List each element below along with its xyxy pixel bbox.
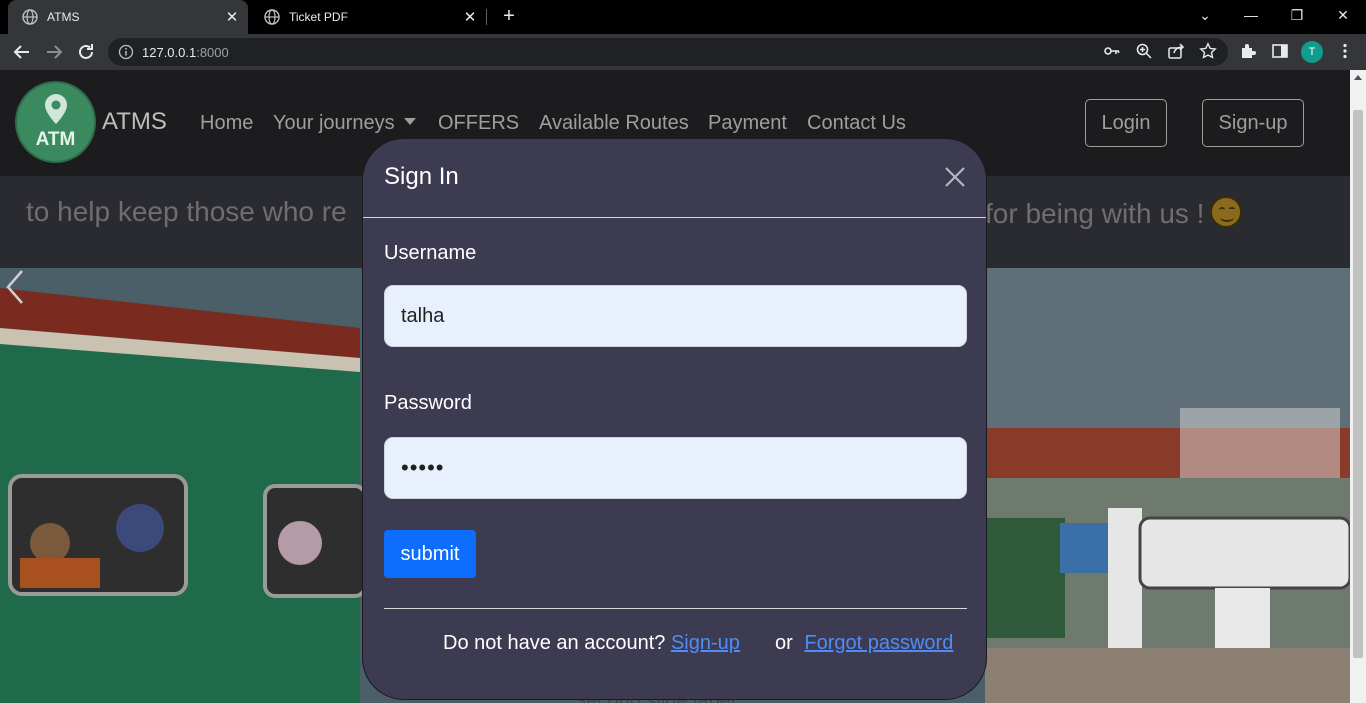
sign-in-modal: Sign In Username Password submit Do not … [362,138,987,700]
scrollbar-thumb[interactable] [1353,110,1363,658]
window-close-icon[interactable]: ✕ [1330,4,1356,26]
modal-divider [384,608,967,609]
marquee-text-right-wrap: for being with us ! [985,196,1243,230]
tab-title: ATMS [47,10,80,24]
close-icon[interactable] [943,165,967,189]
tab-title: Ticket PDF [289,10,348,24]
forgot-password-link[interactable]: Forgot password [804,632,953,654]
page-scrollbar[interactable] [1350,70,1366,703]
brand-name[interactable]: ATMS [102,108,167,136]
close-tab-icon[interactable]: ✕ [222,8,242,26]
signup-button[interactable]: Sign-up [1202,99,1304,147]
nav-contact-us[interactable]: Contact Us [807,112,906,135]
nav-your-journeys-label: Your journeys [273,112,395,134]
nav-payment[interactable]: Payment [708,112,787,135]
extensions-puzzle-icon[interactable] [1239,42,1257,60]
smiling-face-emoji-icon [1210,196,1243,228]
nav-offers[interactable]: OFFERS [438,112,519,135]
caret-down-icon [403,118,416,125]
marquee-text-left: to help keep those who re [26,196,347,227]
tab-strip: ATMS ✕ Ticket PDF ✕ + ⌄ — ❐ ✕ [0,0,1366,34]
tab-atms[interactable]: ATMS ✕ [8,0,248,34]
password-label: Password [384,392,472,414]
share-icon[interactable] [1167,42,1185,60]
globe-icon [264,9,280,25]
submit-button[interactable]: submit [384,530,476,578]
tab-separator [486,9,487,25]
site-info-icon[interactable] [118,44,134,60]
minimize-icon[interactable]: — [1238,4,1264,26]
nav-available-routes[interactable]: Available Routes [539,112,689,135]
modal-title: Sign In [384,163,459,190]
reload-icon[interactable] [75,41,97,63]
back-arrow-icon[interactable] [11,41,33,63]
password-input[interactable] [384,437,967,499]
key-icon[interactable] [1103,42,1121,60]
marquee-text-right: for being with us ! [985,198,1205,229]
new-tab-plus-icon[interactable]: + [499,6,519,26]
signup-link[interactable]: Sign-up [671,632,740,654]
or-text: or [775,632,793,654]
map-pin-icon [45,94,67,124]
address-bar[interactable]: 127.0.0.1:8000 [108,38,1228,66]
carousel-prev-chevron-icon[interactable] [0,268,30,306]
kebab-menu-icon[interactable] [1336,42,1354,60]
modal-footer: Do not have an account? Sign-up or Forgo… [443,632,953,655]
zoom-icon[interactable] [1135,42,1153,60]
close-tab-icon[interactable]: ✕ [460,8,480,26]
url-port: :8000 [196,45,229,60]
username-label: Username [384,242,477,264]
site-logo[interactable]: ATM [15,81,96,163]
restore-icon[interactable]: ❐ [1284,4,1310,26]
login-button[interactable]: Login [1085,99,1167,147]
scroll-up-arrow-icon[interactable] [1354,75,1362,80]
tab-ticket-pdf[interactable]: Ticket PDF ✕ [250,0,486,34]
globe-icon [22,9,38,25]
modal-header: Sign In [363,139,986,218]
side-panel-icon[interactable] [1271,42,1289,60]
forward-arrow-icon[interactable] [43,41,65,63]
profile-avatar[interactable]: T [1301,41,1323,63]
no-account-text: Do not have an account? [443,632,666,654]
username-input[interactable] [384,285,967,347]
nav-your-journeys[interactable]: Your journeys [273,112,416,135]
url-text: 127.0.0.1:8000 [142,45,229,60]
nav-home[interactable]: Home [200,112,253,135]
browser-toolbar: 127.0.0.1:8000 T [0,34,1366,70]
page-viewport: ATM ATMS Home Your journeys OFFERS Avail… [0,70,1350,703]
logo-text: ATM [35,129,76,150]
tab-search-chevron-icon[interactable]: ⌄ [1192,4,1218,26]
url-host: 127.0.0.1 [142,45,197,60]
bookmark-star-icon[interactable] [1199,42,1217,60]
